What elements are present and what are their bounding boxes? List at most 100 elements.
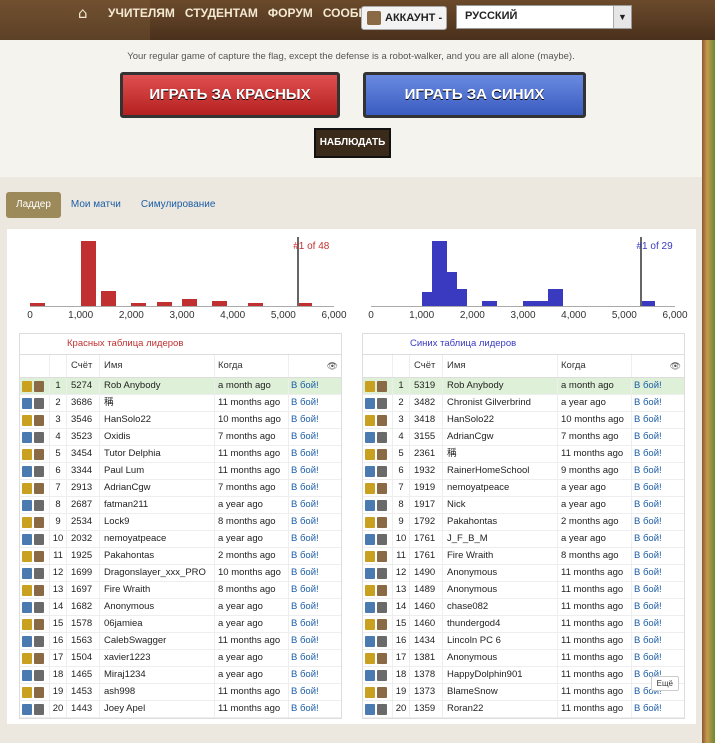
table-row[interactable]: 20 1359 Roran22 11 months ago В бой! xyxy=(363,701,684,718)
fight-link[interactable]: В бой! xyxy=(289,429,341,445)
table-row[interactable]: 15 1460 thundergod4 11 months ago В бой! xyxy=(363,616,684,633)
table-row[interactable]: 19 1373 BlameSnow 11 months ago В бой! xyxy=(363,684,684,701)
table-row[interactable]: 6 1932 RainerHomeSchool 9 months ago В бой! xyxy=(363,463,684,480)
fight-link[interactable]: В бой! xyxy=(632,548,684,564)
fight-link[interactable]: В бой! xyxy=(289,633,341,649)
table-row[interactable]: 1 5274 Rob Anybody a month ago В бой! xyxy=(20,378,341,395)
table-row[interactable]: 3 3546 HanSolo22 10 months ago В бой! xyxy=(20,412,341,429)
fight-link[interactable]: В бой! xyxy=(289,650,341,666)
table-row[interactable]: 14 1682 Anonymous a year ago В бой! xyxy=(20,599,341,616)
language-select[interactable]: РУССКИЙ ▼ xyxy=(456,5,632,29)
tab-simulate[interactable]: Симулирование xyxy=(131,192,226,218)
table-row[interactable]: 8 1917 Nick a year ago В бой! xyxy=(363,497,684,514)
table-row[interactable]: 9 2534 Lock9 8 months ago В бой! xyxy=(20,514,341,531)
table-row[interactable]: 18 1465 Miraj1234 a year ago В бой! xyxy=(20,667,341,684)
play-red-button[interactable]: ИГРАТЬ ЗА КРАСНЫХ xyxy=(120,72,340,118)
table-row[interactable]: 13 1697 Fire Wraith 8 months ago В бой! xyxy=(20,582,341,599)
tab-my-matches[interactable]: Мои матчи xyxy=(61,192,131,218)
fight-link[interactable]: В бой! xyxy=(289,395,341,411)
table-row[interactable]: 13 1489 Anonymous 11 months ago В бой! xyxy=(363,582,684,599)
table-row[interactable]: 19 1453 ash998 11 months ago В бой! xyxy=(20,684,341,701)
fight-link[interactable]: В бой! xyxy=(632,412,684,428)
table-row[interactable]: 15 1578 06jamiea a year ago В бой! xyxy=(20,616,341,633)
fight-link[interactable]: В бой! xyxy=(289,378,341,394)
spectate-button[interactable]: НАБЛЮДАТЬ xyxy=(314,128,391,158)
table-row[interactable]: 4 3155 AdrianCgw 7 months ago В бой! xyxy=(363,429,684,446)
fight-link[interactable]: В бой! xyxy=(632,531,684,547)
fight-link[interactable]: В бой! xyxy=(289,480,341,496)
table-row[interactable]: 10 2032 nemoyatpeace a year ago В бой! xyxy=(20,531,341,548)
table-row[interactable]: 3 3418 HanSolo22 10 months ago В бой! xyxy=(363,412,684,429)
when-header[interactable]: Когда xyxy=(215,355,289,377)
table-row[interactable]: 7 1919 nemoyatpeace a year ago В бой! xyxy=(363,480,684,497)
fight-link[interactable]: В бой! xyxy=(289,412,341,428)
fight-link[interactable]: В бой! xyxy=(289,582,341,598)
fight-link[interactable]: В бой! xyxy=(289,667,341,683)
fight-link[interactable]: В бой! xyxy=(289,599,341,615)
fight-link[interactable]: В бой! xyxy=(632,565,684,581)
score-header[interactable]: Счёт xyxy=(67,355,100,377)
fight-link[interactable]: В бой! xyxy=(632,650,684,666)
fight-link[interactable]: В бой! xyxy=(632,582,684,598)
tab-ladder[interactable]: Ладдер xyxy=(6,192,61,218)
nav-teachers[interactable]: УЧИТЕЛЯМ xyxy=(108,6,175,20)
fight-link[interactable]: В бой! xyxy=(289,531,341,547)
table-row[interactable]: 7 2913 AdrianCgw 7 months ago В бой! xyxy=(20,480,341,497)
table-row[interactable]: 17 1381 Anonymous 11 months ago В бой! xyxy=(363,650,684,667)
fight-link[interactable]: В бой! xyxy=(289,514,341,530)
fight-link[interactable]: В бой! xyxy=(289,565,341,581)
eye-icon[interactable]: 👁 xyxy=(289,355,341,377)
table-row[interactable]: 4 3523 Oxidis 7 months ago В бой! xyxy=(20,429,341,446)
nav-students[interactable]: СТУДЕНТАМ xyxy=(185,6,258,20)
fight-link[interactable]: В бой! xyxy=(289,701,341,717)
table-row[interactable]: 18 1378 HappyDolphin901 11 months ago В бой! xyxy=(363,667,684,684)
table-row[interactable]: 5 2361 稱 11 months ago В бой! xyxy=(363,446,684,463)
fight-link[interactable]: В бой! xyxy=(632,497,684,513)
fight-link[interactable]: В бой! xyxy=(632,429,684,445)
fight-link[interactable]: В бой! xyxy=(632,480,684,496)
home-icon[interactable]: ⌂ xyxy=(78,6,94,21)
table-row[interactable]: 14 1460 chase082 11 months ago В бой! xyxy=(363,599,684,616)
score-cell: 3482 xyxy=(410,395,443,411)
table-row[interactable]: 12 1490 Anonymous 11 months ago В бой! xyxy=(363,565,684,582)
play-blue-button[interactable]: ИГРАТЬ ЗА СИНИХ xyxy=(363,72,586,118)
when-header[interactable]: Когда xyxy=(558,355,632,377)
table-row[interactable]: 2 3482 Chronist Gilverbrind a year ago В бой… xyxy=(363,395,684,412)
table-row[interactable]: 16 1434 Lincoln PC 6 11 months ago В бой! xyxy=(363,633,684,650)
table-row[interactable]: 16 1563 CalebSwagger 11 months ago В бой! xyxy=(20,633,341,650)
fight-link[interactable]: В бой! xyxy=(289,684,341,700)
nav-forum[interactable]: ФОРУМ xyxy=(268,6,313,20)
table-row[interactable]: 8 2687 fatman211 a year ago В бой! xyxy=(20,497,341,514)
fight-link[interactable]: В бой! xyxy=(632,616,684,632)
fight-link[interactable]: В бой! xyxy=(289,548,341,564)
fight-link[interactable]: В бой! xyxy=(632,701,684,717)
fight-link[interactable]: В бой! xyxy=(632,378,684,394)
eye-icon[interactable]: 👁 xyxy=(632,355,684,377)
fight-link[interactable]: В бой! xyxy=(289,446,341,462)
score-header[interactable]: Счёт xyxy=(410,355,443,377)
table-row[interactable]: 17 1504 xavier1223 a year ago В бой! xyxy=(20,650,341,667)
table-row[interactable]: 11 1925 Pakahontas 2 months ago В бой! xyxy=(20,548,341,565)
table-row[interactable]: 9 1792 Pakahontas 2 months ago В бой! xyxy=(363,514,684,531)
table-row[interactable]: 11 1761 Fire Wraith 8 months ago В бой! xyxy=(363,548,684,565)
table-row[interactable]: 1 5319 Rob Anybody a month ago В бой! xyxy=(363,378,684,395)
fight-link[interactable]: В бой! xyxy=(289,616,341,632)
name-header[interactable]: Имя xyxy=(100,355,215,377)
fight-link[interactable]: В бой! xyxy=(632,395,684,411)
fight-link[interactable]: В бой! xyxy=(289,463,341,479)
table-row[interactable]: 5 3454 Tutor Delphia 11 months ago В бой! xyxy=(20,446,341,463)
table-row[interactable]: 10 1761 J_F_B_M a year ago В бой! xyxy=(363,531,684,548)
account-dropdown[interactable]: АККАУНТ - xyxy=(361,6,447,30)
table-row[interactable]: 2 3686 稱 11 months ago В бой! xyxy=(20,395,341,412)
more-button[interactable]: Ещё xyxy=(650,676,679,691)
fight-link[interactable]: В бой! xyxy=(632,446,684,462)
fight-link[interactable]: В бой! xyxy=(632,633,684,649)
fight-link[interactable]: В бой! xyxy=(632,514,684,530)
fight-link[interactable]: В бой! xyxy=(289,497,341,513)
name-header[interactable]: Имя xyxy=(443,355,558,377)
fight-link[interactable]: В бой! xyxy=(632,463,684,479)
table-row[interactable]: 6 3344 Paul Lum 11 months ago В бой! xyxy=(20,463,341,480)
fight-link[interactable]: В бой! xyxy=(632,599,684,615)
table-row[interactable]: 12 1699 Dragonslayer_xxx_PRO 10 months ago В… xyxy=(20,565,341,582)
table-row[interactable]: 20 1443 Joey Apel 11 months ago В бой! xyxy=(20,701,341,718)
